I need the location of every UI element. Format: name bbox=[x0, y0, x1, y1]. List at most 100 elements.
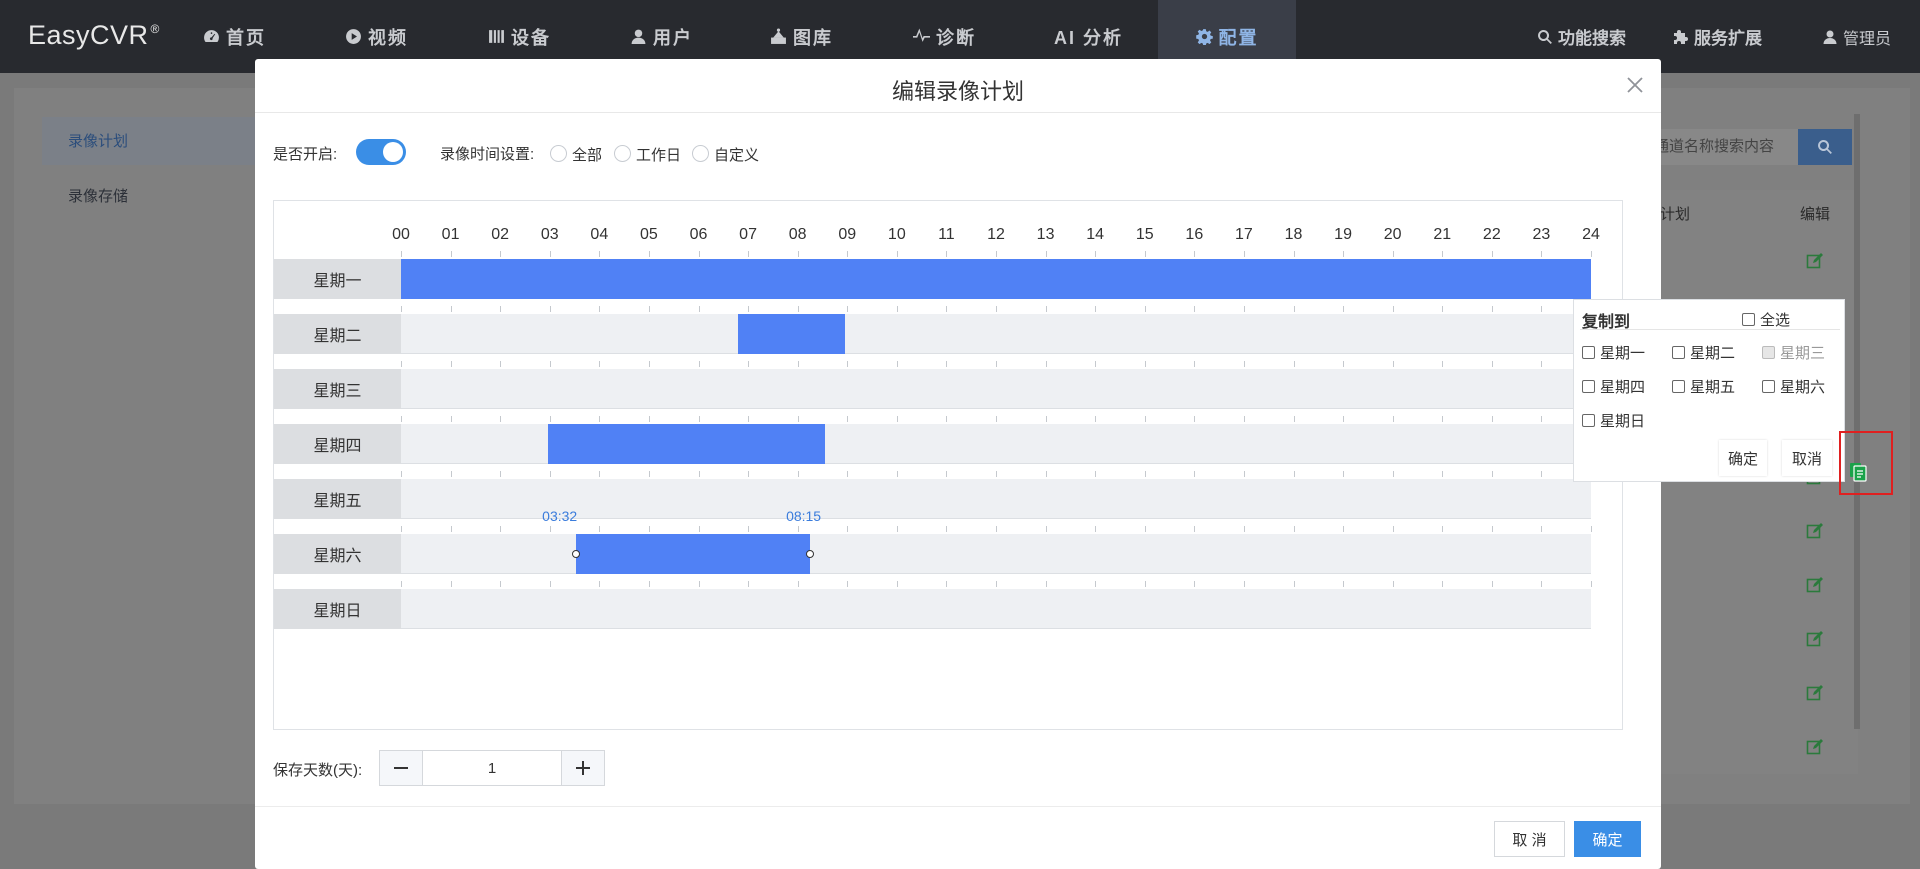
copy-day-checkbox[interactable]: 星期一 bbox=[1582, 342, 1645, 363]
copy-confirm-button[interactable]: 确定 bbox=[1719, 440, 1767, 476]
day-label: 星期三 bbox=[274, 369, 401, 409]
hour-tick-label: 15 bbox=[1135, 226, 1154, 243]
copy-day-label: 星期三 bbox=[1780, 345, 1826, 362]
grid-tick bbox=[1343, 416, 1345, 422]
grid-tick bbox=[1491, 416, 1493, 422]
edit-icon[interactable] bbox=[1806, 522, 1824, 540]
record-time-segment[interactable] bbox=[738, 314, 845, 354]
minus-icon bbox=[394, 767, 408, 769]
grid-tick bbox=[698, 581, 700, 587]
app-logo[interactable]: EasyCVR ® bbox=[28, 20, 160, 51]
grid-tick bbox=[1194, 416, 1196, 422]
copy-day-label: 星期二 bbox=[1690, 345, 1736, 362]
pulse-icon bbox=[913, 28, 930, 42]
grid-tick bbox=[748, 416, 750, 422]
grid-tick bbox=[1343, 526, 1345, 532]
copy-day-checkbox[interactable]: 星期日 bbox=[1582, 410, 1645, 431]
radio-custom[interactable] bbox=[692, 145, 709, 162]
puzzle-icon bbox=[1674, 29, 1688, 44]
edit-record-plan-dialog: 编辑录像计划 是否开启: 录像时间设置: 全部 工作日 自定义 00 01 02 03… bbox=[255, 59, 1893, 869]
cancel-button[interactable]: 取 消 bbox=[1494, 821, 1565, 857]
copy-day-checkbox[interactable]: 星期五 bbox=[1672, 376, 1735, 397]
close-icon[interactable] bbox=[1626, 76, 1644, 94]
day-label: 星期日 bbox=[274, 589, 401, 629]
decrease-button[interactable] bbox=[380, 751, 422, 785]
copy-icon[interactable] bbox=[1849, 462, 1867, 482]
segment-end-handle[interactable] bbox=[806, 550, 815, 558]
play-icon bbox=[346, 29, 361, 44]
grid-tick bbox=[896, 581, 898, 587]
record-time-segment[interactable] bbox=[572, 534, 815, 574]
copy-cancel-button[interactable]: 取消 bbox=[1782, 440, 1832, 476]
grid-tick bbox=[1194, 526, 1196, 532]
day-timeline-track[interactable] bbox=[401, 259, 1591, 299]
segment-start-handle[interactable] bbox=[572, 550, 581, 558]
grid-tick bbox=[1293, 306, 1295, 312]
radio-all-label[interactable]: 全部 bbox=[572, 144, 602, 165]
device-icon bbox=[489, 30, 504, 43]
nav-label: AI 分析 bbox=[1054, 27, 1124, 48]
edit-icon[interactable] bbox=[1806, 252, 1824, 270]
nav-label: 图库 bbox=[793, 27, 833, 48]
grid-tick bbox=[1095, 471, 1097, 477]
grid-tick bbox=[1045, 416, 1047, 422]
grid-tick bbox=[996, 526, 997, 532]
edit-icon[interactable] bbox=[1806, 576, 1824, 594]
grid-tick bbox=[1591, 526, 1592, 532]
enable-switch[interactable] bbox=[356, 139, 406, 165]
edit-icon[interactable] bbox=[1806, 738, 1824, 756]
day-timeline-track[interactable] bbox=[401, 589, 1591, 629]
confirm-button[interactable]: 确定 bbox=[1574, 821, 1641, 857]
col-header-plan: 计划 bbox=[1660, 205, 1691, 223]
nav-label: 用户 bbox=[653, 27, 693, 48]
day-timeline-track[interactable] bbox=[401, 534, 1591, 574]
radio-workday[interactable] bbox=[614, 145, 631, 162]
retention-days-stepper[interactable]: 1 bbox=[379, 750, 605, 786]
day-timeline-track[interactable] bbox=[401, 479, 1591, 519]
dialog-header: 编辑录像计划 bbox=[255, 59, 1661, 113]
grid-tick bbox=[500, 306, 502, 312]
grid-tick bbox=[896, 471, 898, 477]
nav-label: 诊断 bbox=[936, 27, 976, 48]
grid-tick bbox=[748, 306, 750, 312]
radio-all[interactable] bbox=[550, 145, 567, 162]
grid-tick bbox=[996, 251, 997, 257]
grid-tick bbox=[500, 251, 502, 257]
service-extend[interactable]: 服务扩展 bbox=[1673, 0, 1762, 73]
copy-day-checkbox[interactable]: 星期四 bbox=[1582, 376, 1645, 397]
grid-tick bbox=[1442, 416, 1444, 422]
day-timeline-track[interactable] bbox=[401, 369, 1591, 409]
hour-tick-label: 10 bbox=[887, 226, 906, 243]
grid-tick bbox=[698, 416, 700, 422]
schedule-grid: 00 01 02 03 04 05 06 07 08 09 10 11 12 13 14 15 16 17 18 19… bbox=[273, 200, 1623, 730]
day-timeline-track[interactable] bbox=[401, 314, 1591, 354]
grid-tick bbox=[450, 581, 452, 587]
grid-tick bbox=[996, 471, 997, 477]
edit-icon[interactable] bbox=[1806, 630, 1824, 648]
grid-tick bbox=[1541, 526, 1543, 532]
increase-button[interactable] bbox=[562, 751, 604, 785]
channel-search-button[interactable] bbox=[1798, 129, 1852, 165]
copy-day-checkbox[interactable]: 星期六 bbox=[1762, 376, 1825, 397]
record-time-segment[interactable] bbox=[548, 424, 825, 464]
sidebar-item-record-plan[interactable]: 录像计划 bbox=[68, 130, 128, 151]
grid-tick bbox=[450, 251, 452, 257]
grid-tick bbox=[1243, 581, 1245, 587]
edit-icon[interactable] bbox=[1806, 684, 1824, 702]
grid-tick bbox=[500, 526, 502, 532]
nav-label: 视频 bbox=[368, 27, 408, 48]
radio-workday-label[interactable]: 工作日 bbox=[636, 144, 681, 165]
page-scrollbar[interactable] bbox=[1854, 114, 1860, 729]
user-menu[interactable]: 管理员 bbox=[1822, 0, 1891, 73]
day-timeline-track[interactable] bbox=[401, 424, 1591, 464]
plus-icon bbox=[576, 761, 590, 775]
channel-search-input[interactable]: 通道名称搜索内容 bbox=[1640, 129, 1798, 165]
copy-day-checkbox[interactable]: 星期二 bbox=[1672, 342, 1735, 363]
sidebar-item-record-storage[interactable]: 录像存储 bbox=[68, 185, 128, 206]
radio-custom-label[interactable]: 自定义 bbox=[714, 144, 759, 165]
select-all-checkbox[interactable]: 全选 bbox=[1742, 309, 1790, 330]
retention-days-input[interactable]: 1 bbox=[422, 751, 562, 785]
grid-tick bbox=[1442, 471, 1444, 477]
record-time-segment[interactable] bbox=[401, 259, 1591, 299]
grid-tick bbox=[1194, 581, 1196, 587]
